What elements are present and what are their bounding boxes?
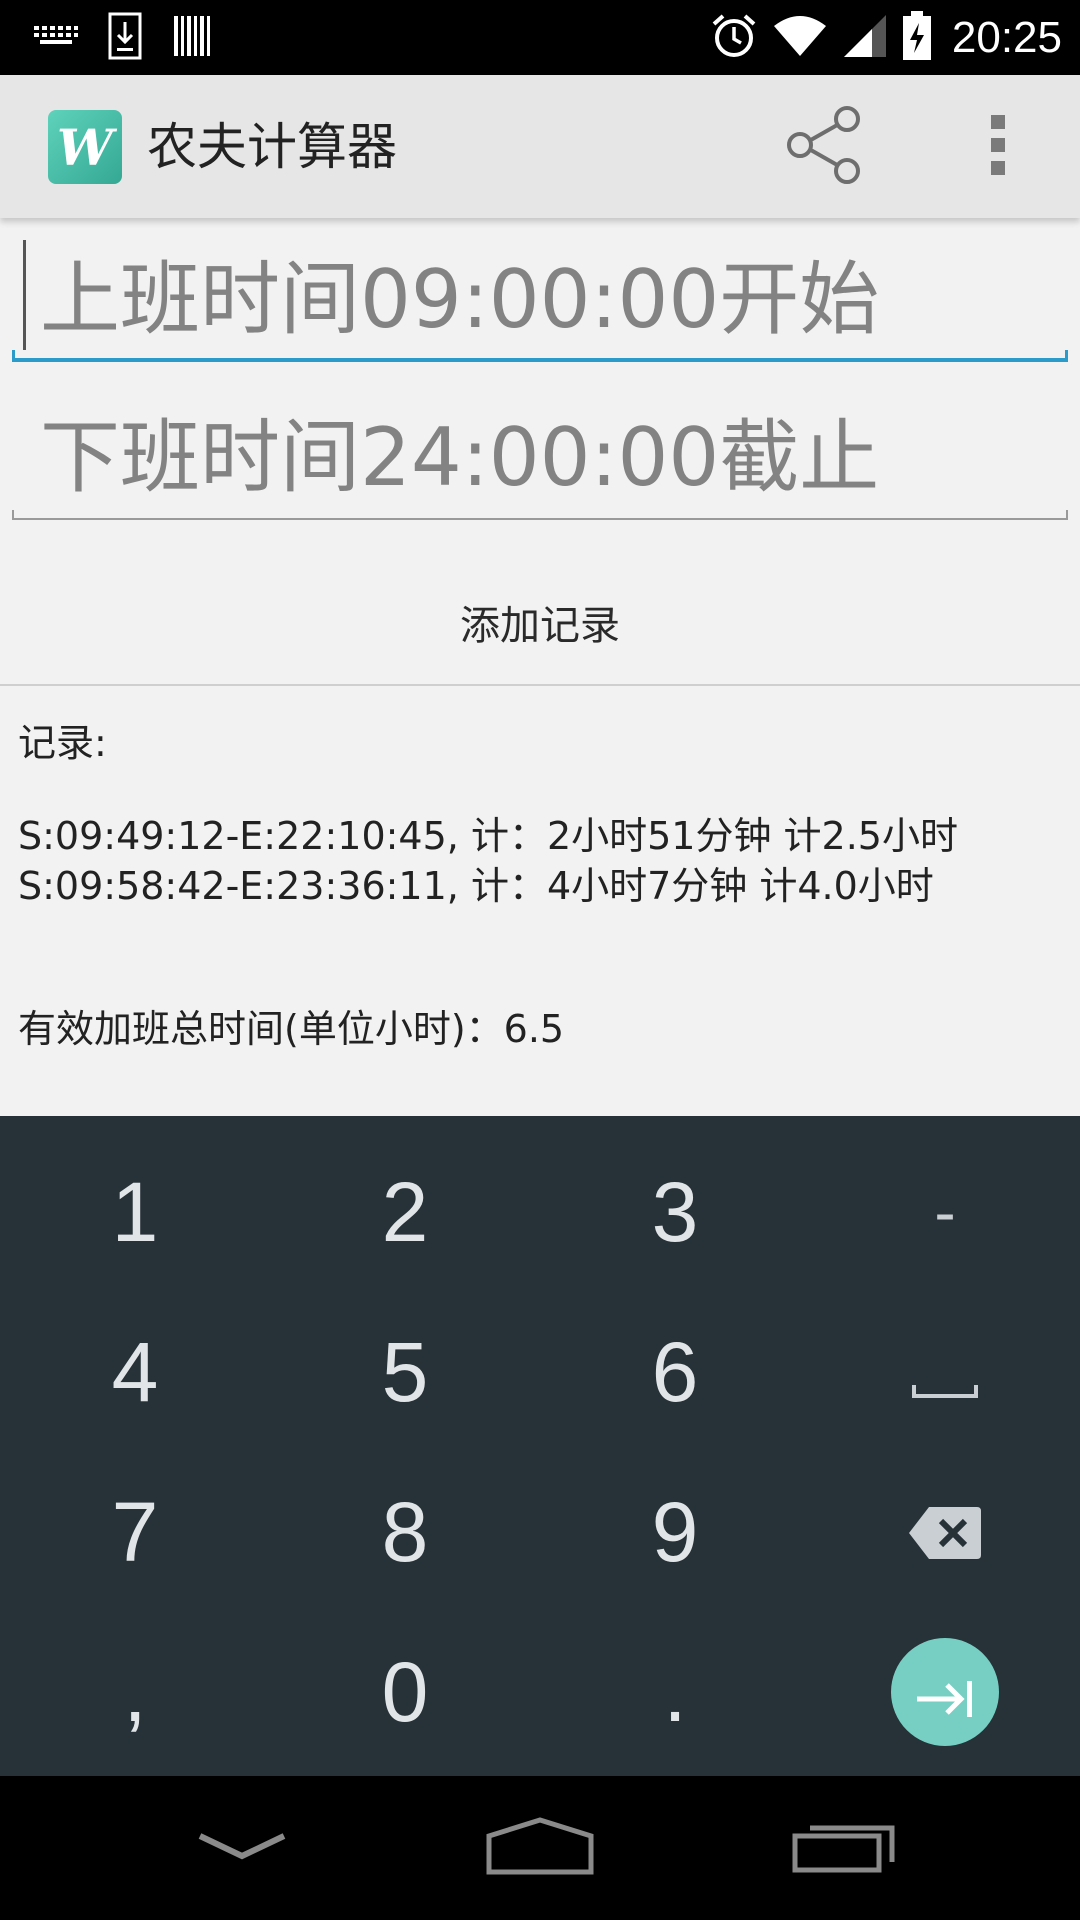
space-key-icon: [911, 1324, 979, 1421]
start-time-field[interactable]: 上班时间09:00:00开始: [12, 232, 1068, 368]
key-2[interactable]: 2: [270, 1132, 540, 1292]
share-icon: [786, 106, 862, 188]
share-button[interactable]: [780, 105, 868, 189]
overflow-menu-button[interactable]: [970, 105, 1026, 189]
keyboard-icon: [34, 24, 78, 52]
battery-charging-icon: [902, 11, 932, 65]
home-button[interactable]: [460, 1776, 620, 1920]
key-8[interactable]: 8: [270, 1452, 540, 1612]
key-1[interactable]: 1: [0, 1132, 270, 1292]
end-time-underline: [12, 510, 1068, 520]
key-4[interactable]: 4: [0, 1292, 270, 1452]
end-time-field[interactable]: 下班时间24:00:00截止: [12, 390, 1068, 524]
key-5[interactable]: 5: [270, 1292, 540, 1452]
key-7[interactable]: 7: [0, 1452, 270, 1612]
wifi-icon: [772, 14, 828, 62]
download-icon: [108, 12, 142, 64]
key-minus[interactable]: -: [810, 1132, 1080, 1292]
next-button-circle: [891, 1638, 999, 1746]
home-icon: [485, 1816, 595, 1880]
recent-apps-icon: [792, 1818, 896, 1878]
status-bar: 20:25: [0, 0, 1080, 75]
key-3[interactable]: 3: [540, 1132, 810, 1292]
barcode-icon: [172, 12, 212, 64]
key-comma[interactable]: ,: [0, 1612, 270, 1772]
end-time-placeholder: 下班时间24:00:00截止: [40, 411, 880, 504]
start-time-placeholder: 上班时间09:00:00开始: [40, 253, 880, 346]
app-icon: W: [48, 110, 122, 184]
key-space[interactable]: [810, 1292, 1080, 1452]
key-9[interactable]: 9: [540, 1452, 810, 1612]
hide-keyboard-icon: [196, 1828, 288, 1868]
key-next[interactable]: [810, 1612, 1080, 1772]
minus-glyph: -: [934, 1176, 956, 1248]
app-icon-letter: W: [56, 117, 114, 177]
records-label: 记录:: [18, 721, 107, 765]
record-line: S:09:58:42-E:23:36:11, 计：4小时7分钟 计4.0小时: [18, 864, 934, 908]
recent-apps-button[interactable]: [764, 1776, 924, 1920]
numeric-keyboard: 1 2 3 - 4 5 6 7 8 9 , 0 .: [0, 1116, 1080, 1776]
backspace-icon: [907, 1484, 983, 1581]
app-title: 农夫计算器: [147, 118, 397, 176]
text-cursor: [23, 240, 26, 350]
key-0[interactable]: 0: [270, 1612, 540, 1772]
screen: 20:25 W 农夫计算器 上班时间09:00:00开始 下班时间24:00:0…: [0, 0, 1080, 1920]
key-period[interactable]: .: [540, 1612, 810, 1772]
hide-keyboard-button[interactable]: [162, 1776, 322, 1920]
add-record-button[interactable]: 添加记录: [0, 560, 1080, 686]
key-6[interactable]: 6: [540, 1292, 810, 1452]
navigation-bar: [0, 1776, 1080, 1920]
overflow-menu-icon: [988, 113, 1008, 181]
action-bar: W 农夫计算器: [0, 75, 1080, 218]
key-backspace[interactable]: [810, 1452, 1080, 1612]
total-overtime: 有效加班总时间(单位小时)：6.5: [18, 1007, 565, 1051]
next-arrow-icon: [913, 1644, 977, 1741]
record-line: S:09:49:12-E:22:10:45, 计：2小时51分钟 计2.5小时: [18, 814, 958, 858]
status-time: 20:25: [951, 13, 1062, 62]
signal-icon: [842, 13, 888, 63]
start-time-underline: [12, 350, 1068, 362]
alarm-icon: [710, 12, 758, 64]
